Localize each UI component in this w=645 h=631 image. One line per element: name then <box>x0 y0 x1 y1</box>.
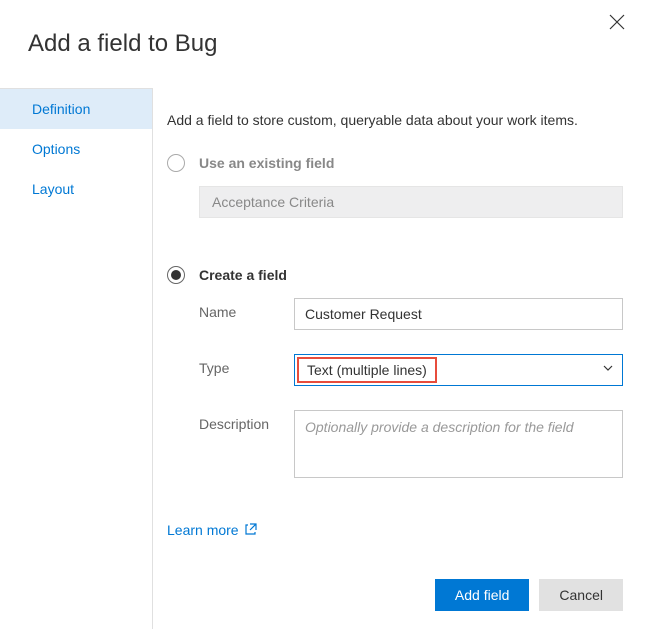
description-label: Description <box>199 410 294 432</box>
learn-more-link[interactable]: Learn more <box>167 522 257 538</box>
type-select-value: Text (multiple lines) <box>297 357 437 383</box>
cancel-button[interactable]: Cancel <box>539 579 623 611</box>
radio-row-create: Create a field <box>167 266 623 284</box>
panel-description: Add a field to store custom, queryable d… <box>167 112 623 128</box>
external-link-icon <box>245 522 257 538</box>
tab-options[interactable]: Options <box>0 129 152 169</box>
name-row: Name <box>167 298 623 330</box>
add-field-button[interactable]: Add field <box>435 579 529 611</box>
dialog-title: Add a field to Bug <box>0 0 645 58</box>
radio-create-field-label: Create a field <box>199 267 287 283</box>
close-icon[interactable] <box>609 14 625 30</box>
dialog-footer: Add field Cancel <box>435 579 623 611</box>
tab-definition[interactable]: Definition <box>0 89 152 129</box>
name-input[interactable] <box>294 298 623 330</box>
radio-use-existing[interactable] <box>167 154 185 172</box>
tab-layout[interactable]: Layout <box>0 169 152 209</box>
tab-panel-definition: Add a field to store custom, queryable d… <box>153 88 645 629</box>
tab-list: Definition Options Layout <box>0 88 153 629</box>
type-label: Type <box>199 354 294 376</box>
chevron-down-icon <box>594 361 622 379</box>
radio-row-existing: Use an existing field <box>167 154 623 172</box>
existing-field-row: Acceptance Criteria <box>167 186 623 218</box>
description-row: Description <box>167 410 623 478</box>
type-select[interactable]: Text (multiple lines) <box>294 354 623 386</box>
radio-create-field[interactable] <box>167 266 185 284</box>
radio-use-existing-label: Use an existing field <box>199 155 334 171</box>
existing-field-input: Acceptance Criteria <box>199 186 623 218</box>
description-input[interactable] <box>294 410 623 478</box>
type-row: Type Text (multiple lines) <box>167 354 623 386</box>
name-label: Name <box>199 298 294 320</box>
learn-more-label: Learn more <box>167 522 239 538</box>
